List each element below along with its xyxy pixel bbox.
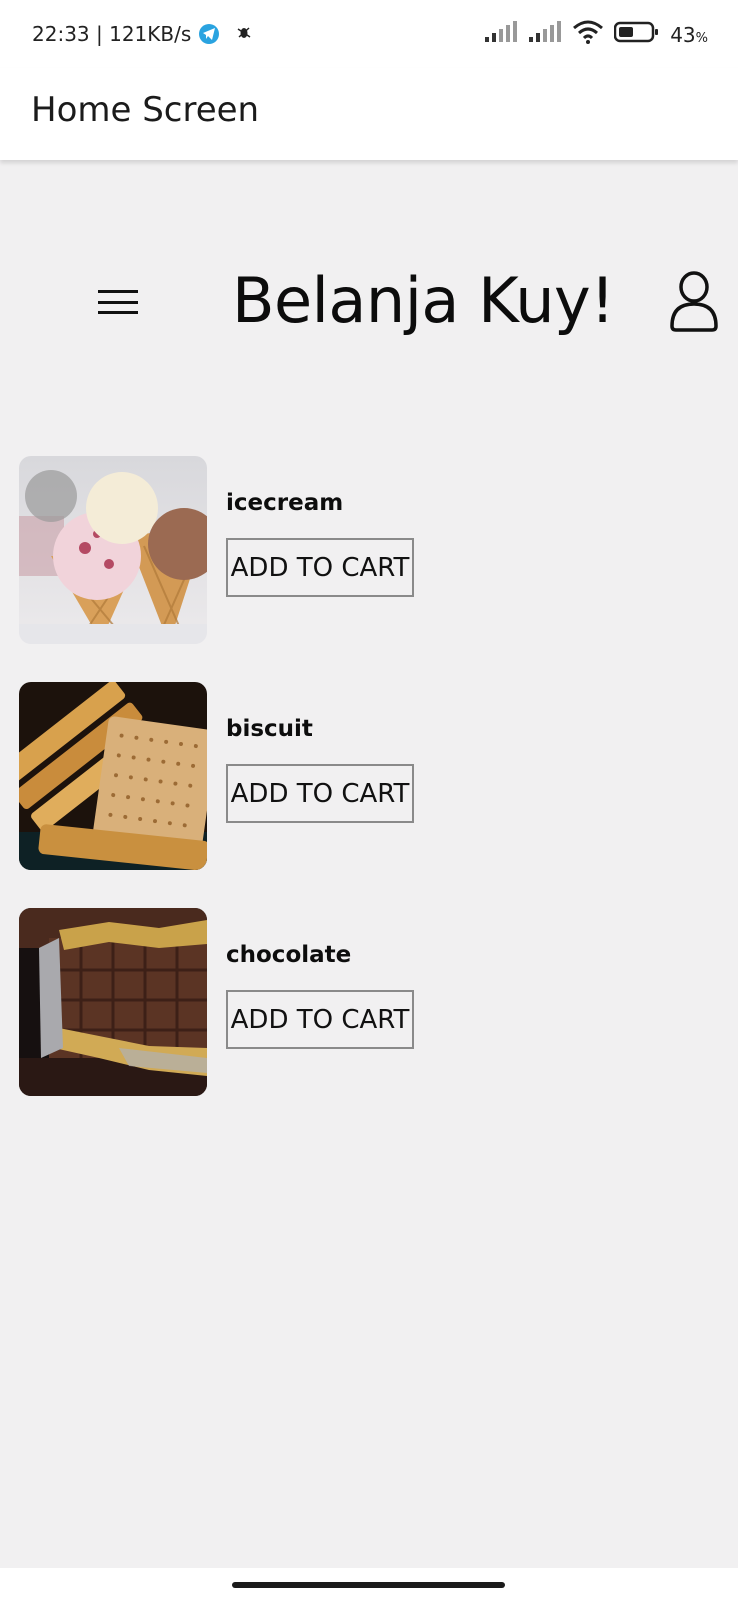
product-item: icecream ADD TO CART	[19, 456, 719, 644]
status-bar: 22:33 | 121KB/s 43%	[0, 0, 738, 68]
product-image-icecream	[19, 456, 207, 644]
user-profile-icon[interactable]	[668, 270, 720, 336]
hamburger-menu-icon[interactable]	[98, 284, 140, 320]
product-image-biscuit	[19, 682, 207, 870]
battery-percentage: 43%	[670, 22, 708, 47]
telegram-icon	[199, 24, 220, 44]
signal-icon	[484, 21, 518, 48]
system-navigation-bar	[0, 1568, 738, 1600]
add-to-cart-button[interactable]: ADD TO CART	[226, 538, 414, 597]
status-right: 43%	[484, 20, 708, 49]
product-item: chocolate ADD TO CART	[19, 908, 719, 1096]
status-left: 22:33 | 121KB/s	[32, 22, 251, 46]
status-net-speed: 121KB/s	[109, 22, 192, 46]
app-bar-title: Home Screen	[31, 90, 260, 130]
add-to-cart-button[interactable]: ADD TO CART	[226, 990, 414, 1049]
signal-icon	[528, 21, 562, 48]
add-to-cart-button[interactable]: ADD TO CART	[226, 764, 414, 823]
debug-bug-icon	[237, 23, 251, 45]
product-name: icecream	[226, 490, 344, 516]
product-name: biscuit	[226, 716, 313, 742]
header-row: Belanja Kuy!	[0, 262, 738, 352]
product-name: chocolate	[226, 942, 352, 968]
status-time: 22:33	[32, 22, 90, 46]
store-title: Belanja Kuy!	[232, 264, 615, 337]
home-indicator[interactable]	[232, 1582, 505, 1588]
battery-icon	[613, 21, 660, 48]
app-bar: Home Screen	[0, 68, 738, 160]
product-item: biscuit ADD TO CART	[19, 682, 719, 870]
status-separator: |	[89, 22, 110, 46]
wifi-icon	[572, 20, 604, 49]
product-image-chocolate	[19, 908, 207, 1096]
